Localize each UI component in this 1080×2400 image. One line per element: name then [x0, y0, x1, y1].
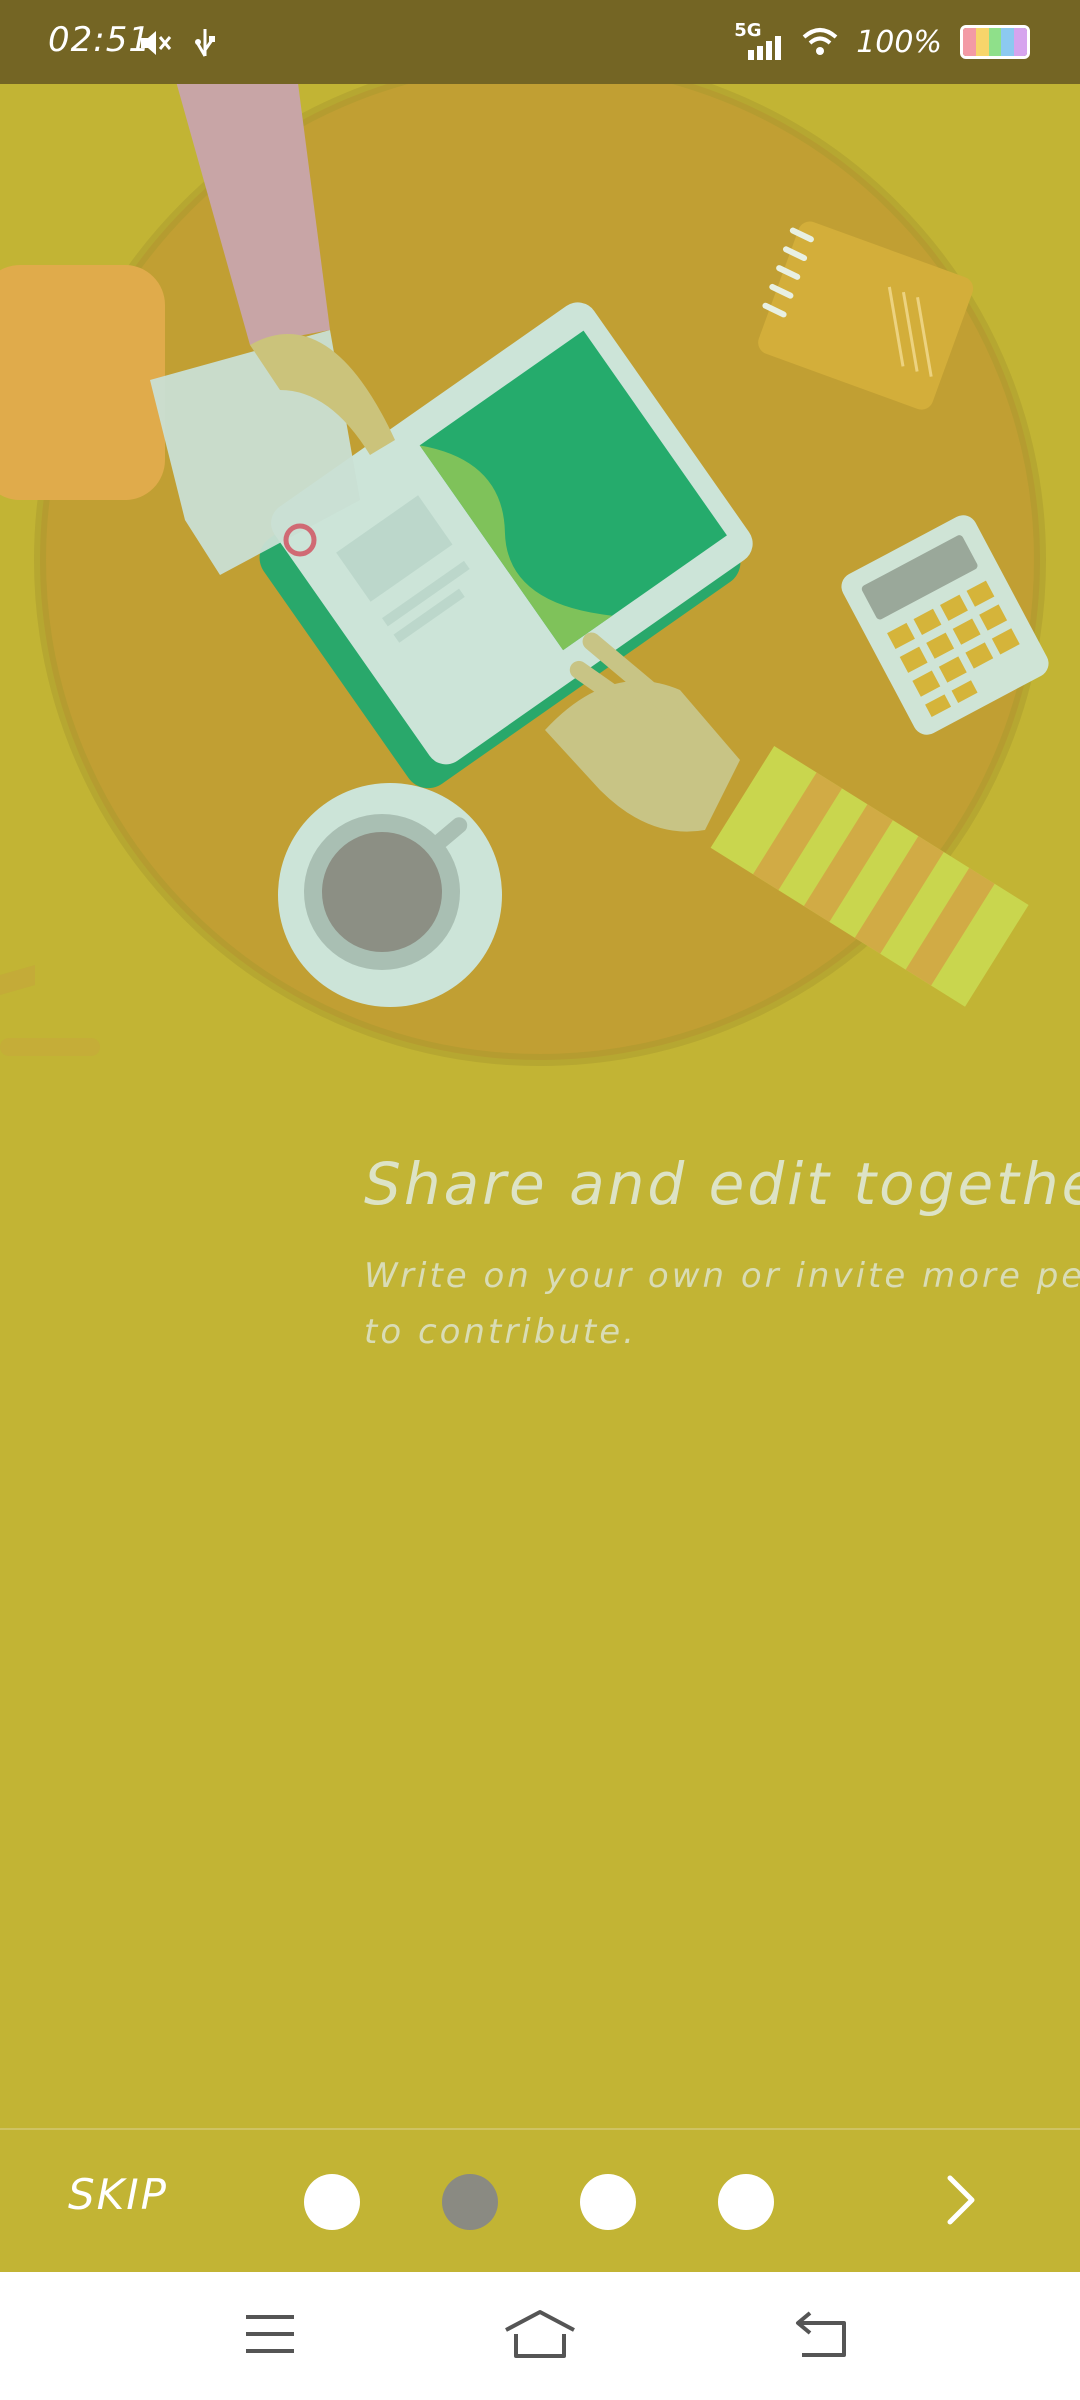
onboarding-title: Share and edit together — [364, 1150, 1080, 1218]
page-dot-2-active[interactable] — [442, 2174, 498, 2230]
back-icon — [796, 2311, 846, 2357]
mute-icon — [141, 31, 172, 55]
page-dot-1[interactable] — [304, 2174, 360, 2230]
description-line-2: to contribute. — [364, 1312, 637, 1352]
usb-icon — [195, 29, 215, 57]
battery-icon — [960, 25, 1030, 59]
signal-icon: 5G — [734, 20, 784, 62]
menu-button[interactable] — [230, 2302, 310, 2366]
onboarding-illustration — [0, 54, 1049, 1066]
wifi-icon — [802, 28, 838, 55]
home-button[interactable] — [500, 2302, 580, 2366]
home-icon — [505, 2310, 575, 2358]
onboarding-description: Write on your own or invite more peop to… — [364, 1248, 1080, 1360]
chevron-right-icon — [947, 2175, 975, 2225]
status-time: 02:51 — [48, 20, 151, 60]
menu-icon — [246, 2315, 294, 2353]
orange-box — [0, 265, 165, 500]
back-button[interactable] — [782, 2302, 862, 2366]
coffee-cup — [278, 783, 502, 1007]
next-button[interactable] — [930, 2164, 990, 2236]
battery-percent: 100% — [856, 24, 942, 60]
status-bar: 02:51 5G 100% — [0, 0, 1080, 84]
skip-button[interactable]: SKIP — [68, 2170, 168, 2219]
page-dot-4[interactable] — [718, 2174, 774, 2230]
page-dot-3[interactable] — [580, 2174, 636, 2230]
bottom-divider — [0, 2128, 1080, 2130]
navigation-bar — [0, 2272, 1080, 2400]
page-indicator — [304, 2174, 774, 2230]
description-line-1: Write on your own or invite more peop — [364, 1256, 1080, 1296]
